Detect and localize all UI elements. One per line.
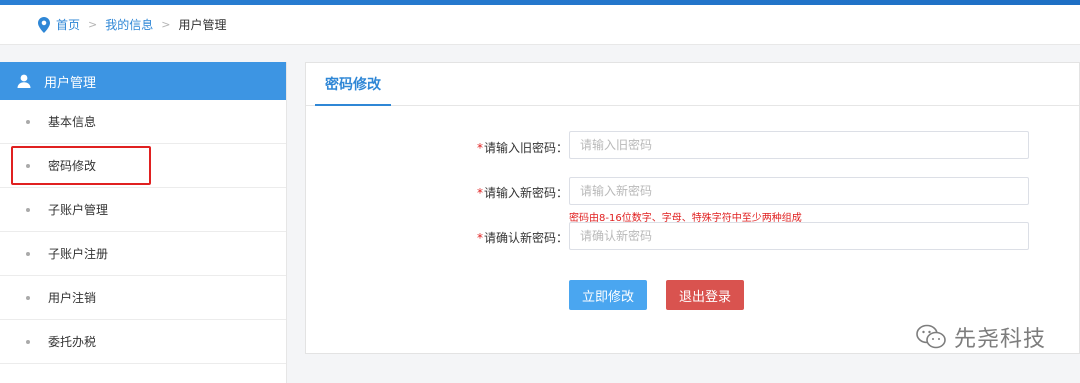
bullet-icon <box>26 339 30 344</box>
old-password-input[interactable] <box>569 131 1029 159</box>
submit-change-button[interactable]: 立即修改 <box>569 280 647 310</box>
location-pin-icon <box>38 16 50 33</box>
sidebar-item-label: 委托办税 <box>48 335 97 349</box>
new-password-label: *请输入新密码： <box>476 186 568 200</box>
sidebar-item-tax-delegation[interactable]: 委托办税 <box>0 320 286 364</box>
confirm-password-input[interactable] <box>569 222 1029 250</box>
sidebar-title: 用户管理 <box>44 75 97 91</box>
required-mark: * <box>476 231 483 245</box>
logout-button[interactable]: 退出登录 <box>666 280 744 310</box>
sidebar-item-user-deregister[interactable]: 用户注销 <box>0 276 286 320</box>
sidebar-item-label: 基本信息 <box>48 115 97 129</box>
required-mark: * <box>476 141 483 155</box>
breadcrumb-home[interactable]: 首页 <box>56 16 80 33</box>
tab-bar: 密码修改 <box>306 63 1079 106</box>
breadcrumb-my-info[interactable]: 我的信息 <box>105 16 153 33</box>
sidebar-item-label: 子账户注册 <box>48 247 109 261</box>
sidebar-item-subaccount-management[interactable]: 子账户管理 <box>0 188 286 232</box>
watermark-text: 先尧科技 <box>953 327 1046 352</box>
bullet-icon <box>26 295 30 300</box>
watermark: 先尧科技 <box>916 321 1046 353</box>
breadcrumb: 首页 > 我的信息 > 用户管理 <box>0 5 1080 45</box>
bullet-icon <box>26 163 30 168</box>
user-icon <box>17 74 31 88</box>
bullet-icon <box>26 207 30 212</box>
sidebar-item-label: 密码修改 <box>48 159 97 173</box>
old-password-label: *请输入旧密码： <box>476 141 568 155</box>
sidebar-item-change-password[interactable]: 密码修改 <box>0 144 286 188</box>
main-panel: 密码修改 *请输入旧密码： *请输入新密码： 密码由8-16位数字、字母、特殊字… <box>305 62 1080 354</box>
required-mark: * <box>476 186 483 200</box>
confirm-password-label: *请确认新密码： <box>476 231 568 245</box>
new-password-input[interactable] <box>569 177 1029 205</box>
chat-bubbles-icon <box>916 324 946 349</box>
sidebar-item-label: 子账户管理 <box>48 203 109 217</box>
breadcrumb-user-management: 用户管理 <box>178 18 227 32</box>
sidebar-item-label: 用户注销 <box>48 291 97 305</box>
breadcrumb-separator: > <box>88 18 98 31</box>
breadcrumb-separator: > <box>161 18 171 31</box>
sidebar-header: 用户管理 <box>0 62 286 100</box>
bullet-icon <box>26 119 30 124</box>
bullet-icon <box>26 251 30 256</box>
sidebar: 用户管理 基本信息 密码修改 子账户管理 子账户注册 用户注销 委托办税 <box>0 62 287 383</box>
tab-change-password[interactable]: 密码修改 <box>315 63 391 106</box>
sidebar-item-basic-info[interactable]: 基本信息 <box>0 100 286 144</box>
sidebar-item-subaccount-register[interactable]: 子账户注册 <box>0 232 286 276</box>
